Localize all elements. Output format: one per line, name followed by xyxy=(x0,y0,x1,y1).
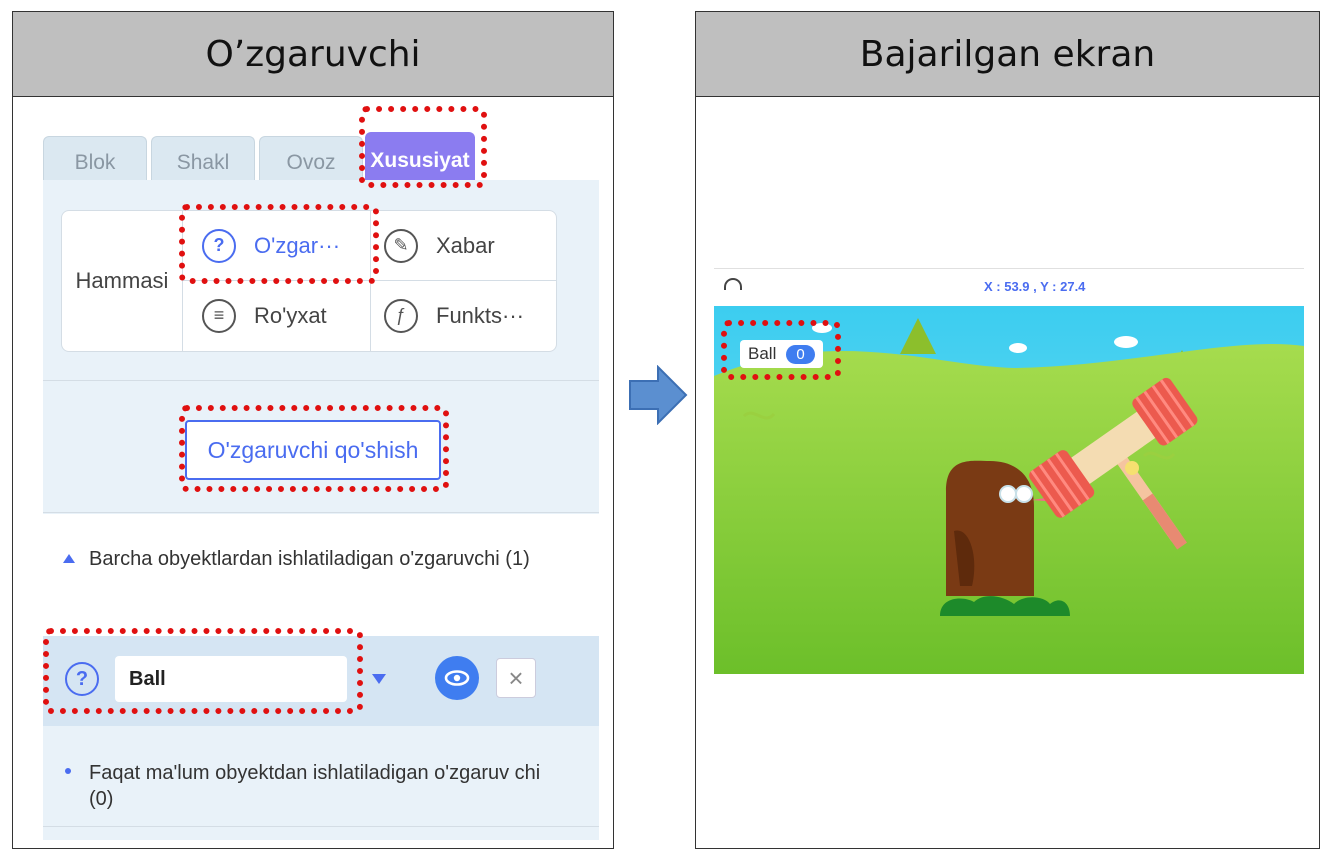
category-all[interactable]: Hammasi xyxy=(62,211,183,351)
category-message[interactable]: ✎ Xabar xyxy=(384,211,554,280)
delete-icon[interactable]: × xyxy=(496,658,536,698)
divider xyxy=(43,512,599,513)
global-variables-section: Barcha obyektlardan ishlatiladigan o'zga… xyxy=(43,514,599,636)
category-function[interactable]: ƒ Funkts··· xyxy=(384,281,554,350)
arrow-right-icon xyxy=(628,364,688,430)
function-icon: ƒ xyxy=(384,298,418,333)
highlight-box xyxy=(179,405,449,492)
speed-icon[interactable] xyxy=(724,278,742,290)
eye-icon[interactable] xyxy=(435,656,479,700)
global-variables-heading: Barcha obyektlardan ishlatiladigan o'zga… xyxy=(89,548,530,570)
broadcast-icon: ✎ xyxy=(384,228,418,263)
highlight-box xyxy=(359,106,487,188)
highlight-box xyxy=(43,628,363,714)
category-list[interactable]: ≡ Ro'yxat xyxy=(202,281,370,350)
stage-toolbar: X : 53.9 , Y : 27.4 xyxy=(714,268,1304,307)
panel-title: Bajarilgan ekran xyxy=(696,12,1319,97)
list-icon: ≡ xyxy=(202,298,236,333)
highlight-box xyxy=(179,204,379,284)
category-function-label: Funkts··· xyxy=(436,302,524,328)
panel-title: O’zgaruvchi xyxy=(13,12,613,97)
local-variables-section: Faqat ma'lum obyektdan ishlatiladigan o'… xyxy=(43,726,599,826)
collapse-triangle-icon[interactable] xyxy=(63,554,75,563)
variable-panel: O’zgaruvchi Blok Shakl Ovoz Xususiyat Ha… xyxy=(12,11,614,849)
divider xyxy=(43,380,599,381)
bullet-dot-icon xyxy=(65,768,71,774)
category-list-label: Ro'yxat xyxy=(254,302,327,328)
divider xyxy=(43,826,599,827)
mouse-coordinates: X : 53.9 , Y : 27.4 xyxy=(984,279,1086,294)
tab-bar: Blok Shakl Ovoz Xususiyat xyxy=(43,124,588,188)
result-panel: Bajarilgan ekran X : 53.9 , Y : 27.4 Bal… xyxy=(695,11,1320,849)
local-variables-heading: Faqat ma'lum obyektdan ishlatiladigan o'… xyxy=(89,762,541,810)
chevron-down-icon[interactable] xyxy=(372,674,386,684)
category-message-label: Xabar xyxy=(436,232,495,258)
highlight-box xyxy=(721,320,841,380)
